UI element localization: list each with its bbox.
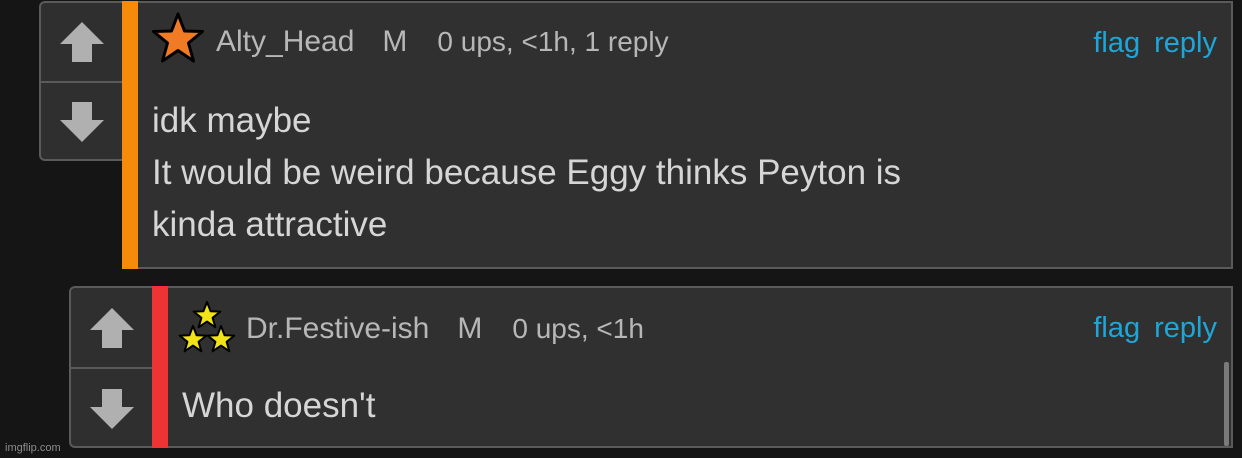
comment-depth-stripe (152, 286, 168, 448)
arrow-down-icon (89, 388, 134, 429)
vote-panel (39, 1, 122, 161)
comment-stats: 0 ups, <1h, 1 reply (437, 26, 669, 57)
username-link[interactable]: Dr.Festive-ish (246, 312, 429, 346)
comment: Alty_Head M 0 ups, <1h, 1 reply flag rep… (138, 1, 1233, 269)
three-stars-icon (178, 301, 236, 353)
comment-reply: Dr.Festive-ish M 0 ups, <1h flag reply W… (168, 286, 1233, 448)
comment-actions: flag reply (1093, 312, 1217, 345)
comment-depth-stripe (122, 1, 138, 269)
comment-line: It would be weird because Eggy thinks Pe… (152, 153, 902, 192)
comment-meta: Alty_Head M 0 ups, <1h, 1 reply (216, 25, 669, 59)
downvote-button[interactable] (41, 83, 122, 161)
comment-text: idk maybe It would be weird because Eggy… (152, 95, 901, 251)
flag-link[interactable]: flag (1093, 27, 1140, 60)
reply-link[interactable]: reply (1154, 312, 1217, 345)
arrow-down-icon (59, 102, 104, 142)
user-role-badge: M (457, 312, 483, 345)
user-role-badge: M (382, 25, 408, 58)
upvote-button[interactable] (71, 288, 152, 367)
flag-link[interactable]: flag (1093, 312, 1140, 345)
comment-stats: 0 ups, <1h (512, 313, 644, 344)
comment-line: idk maybe (152, 101, 312, 140)
watermark: imgflip.com (5, 442, 61, 454)
arrow-up-icon (89, 307, 134, 348)
downvote-button[interactable] (71, 369, 152, 448)
comment-line: kinda attractive (152, 205, 388, 244)
orange-star-icon (152, 12, 204, 63)
arrow-up-icon (59, 22, 104, 62)
scrollbar-thumb[interactable] (1224, 362, 1229, 446)
username-link[interactable]: Alty_Head (216, 25, 354, 59)
reply-link[interactable]: reply (1154, 27, 1217, 60)
comment-actions: flag reply (1093, 27, 1217, 60)
vote-panel (69, 286, 152, 448)
upvote-button[interactable] (41, 3, 122, 81)
comment-line: Who doesn't (182, 386, 376, 425)
comment-meta: Dr.Festive-ish M 0 ups, <1h (246, 312, 644, 346)
comment-text: Who doesn't (182, 380, 375, 432)
